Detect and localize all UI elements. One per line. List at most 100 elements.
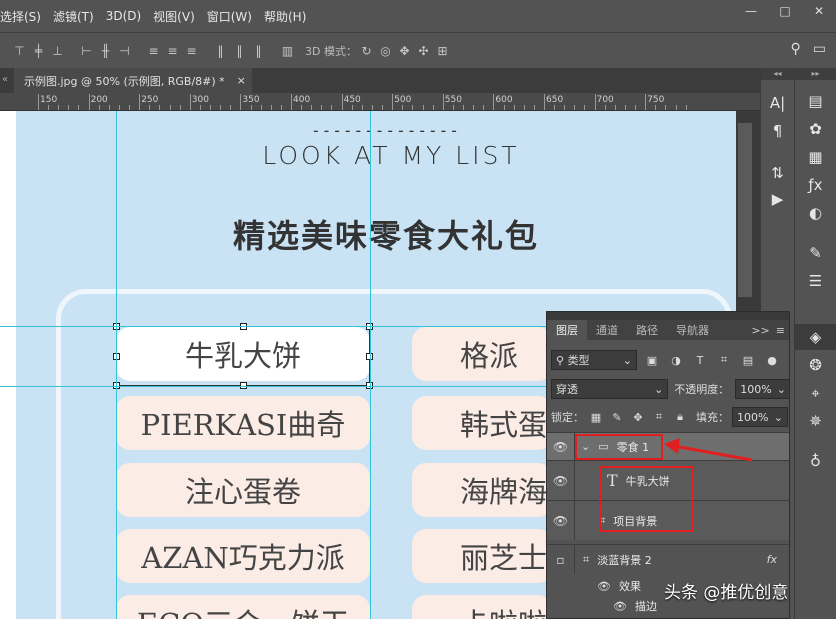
stroke-eye-icon[interactable]: 👁︎ — [613, 600, 627, 613]
menu-help[interactable]: 帮助(H) — [258, 8, 312, 25]
visibility-eye-icon[interactable]: 👁︎ — [547, 461, 575, 500]
properties-panel-icon[interactable]: ▤ — [795, 88, 836, 114]
3d-roll-icon[interactable]: ◎ — [376, 42, 395, 60]
search-icon[interactable]: ⚲ — [791, 41, 801, 57]
distribute-right-icon[interactable]: ‖ — [249, 42, 268, 60]
navigator-panel-icon[interactable]: ✵ — [795, 408, 836, 434]
adjustments-panel-icon[interactable]: ◐ — [795, 200, 836, 226]
menu-view[interactable]: 视图(V) — [147, 8, 201, 25]
distribute-hcenter-icon[interactable]: ‖ — [230, 42, 249, 60]
filter-smart-object-icon[interactable]: ▤ — [739, 351, 757, 369]
menu-3d[interactable]: 3D(D) — [100, 9, 147, 23]
ruler-tick — [88, 94, 90, 110]
ruler-tick — [422, 105, 424, 110]
color-panel-icon[interactable]: ✿ — [795, 116, 836, 142]
menu-window[interactable]: 窗口(W) — [201, 8, 258, 25]
blend-mode-select[interactable]: 穿透 ⌄ — [551, 379, 669, 399]
brush-settings-icon[interactable]: ☰ — [795, 268, 836, 294]
character-panel-icon[interactable]: A| — [761, 90, 794, 116]
left-item-2[interactable]: 注心蛋卷 — [116, 463, 370, 517]
filter-adjustment-icon[interactable]: ◑ — [667, 351, 685, 369]
fill-input[interactable]: 100% ⌄ — [732, 407, 788, 427]
ruler-tick — [58, 105, 60, 110]
3d-drag-icon[interactable]: ✥ — [395, 42, 414, 60]
panel-menu-icon[interactable]: ≡ — [776, 324, 785, 337]
layer-row-background[interactable]: ▫ ⌗ 淡蓝背景 2 fx — [547, 544, 789, 574]
3d-slide-icon[interactable]: ✣ — [414, 42, 433, 60]
tab-channels[interactable]: 通道 — [587, 320, 627, 340]
filter-pixel-icon[interactable]: ▣ — [643, 351, 661, 369]
distribute-vcenter-icon[interactable]: ≡ — [163, 42, 182, 60]
left-item-4[interactable]: ECO三合一饼干 — [116, 595, 370, 619]
right-item-1[interactable]: 韩式蛋 — [412, 396, 552, 450]
lock-image-icon[interactable]: ✎ — [608, 408, 626, 426]
filter-type-icon[interactable]: T — [691, 351, 709, 369]
tab-layers[interactable]: 图层 — [547, 320, 587, 340]
lock-artboard-icon[interactable]: ⌗ — [650, 408, 668, 426]
ruler-tick — [351, 105, 353, 110]
learn-panel-icon[interactable]: ♁ — [795, 448, 836, 474]
fx-badge[interactable]: fx — [767, 553, 777, 566]
opacity-input[interactable]: 100% ⌄ — [735, 379, 789, 399]
distribute-left-icon[interactable]: ‖ — [211, 42, 230, 60]
workspace-icon[interactable]: ▭ — [813, 41, 826, 57]
layers-panel-header[interactable] — [547, 312, 789, 320]
ruler-tick — [655, 105, 657, 110]
tab-paths[interactable]: 路径 — [627, 320, 667, 340]
3d-mode-label: 3D 模式： — [305, 44, 357, 58]
layers-panel-icon[interactable]: ◈ — [795, 324, 836, 350]
left-item-1[interactable]: PIERKASI曲奇 — [116, 396, 370, 450]
right-item-2[interactable]: 海牌海 — [412, 463, 552, 517]
auto-align-icon[interactable]: ▥ — [278, 42, 297, 60]
menu-select[interactable]: 选择(S) — [0, 8, 47, 25]
align-left-icon[interactable]: ⊢ — [77, 42, 96, 60]
align-vcenter-icon[interactable]: ╪ — [29, 42, 48, 60]
maximize-button[interactable]: □ — [768, 0, 802, 22]
collapse-strip-icon[interactable]: ◂◂ — [761, 68, 794, 80]
collapse-strip-2-icon[interactable]: ▸▸ — [795, 68, 836, 80]
ruler-label: 300 — [191, 95, 209, 105]
align-right-icon[interactable]: ⊣ — [115, 42, 134, 60]
3d-scale-icon[interactable]: ⊞ — [433, 42, 452, 60]
visibility-eye-icon[interactable]: 👁︎ — [547, 433, 575, 460]
align-bottom-icon[interactable]: ⊥ — [48, 42, 67, 60]
right-item-3[interactable]: 丽芝士 — [412, 529, 552, 583]
menu-filter[interactable]: 滤镜(T) — [47, 8, 100, 25]
brush-panel-icon[interactable]: ✎ — [795, 240, 836, 266]
tab-scroll-left-icon[interactable]: « — [2, 74, 8, 85]
filter-shape-icon[interactable]: ⌗ — [715, 351, 733, 369]
visibility-toggle-empty[interactable]: ▫ — [547, 545, 575, 574]
swatches-panel-icon[interactable]: ▦ — [795, 144, 836, 170]
lock-transparent-icon[interactable]: ▦ — [587, 408, 605, 426]
left-item-0[interactable]: 牛乳大饼 — [116, 327, 370, 381]
paragraph-panel-icon[interactable]: ¶ — [761, 118, 794, 144]
right-item-4[interactable]: 卡啦啦 — [412, 595, 552, 619]
scrollbar-thumb[interactable] — [738, 123, 752, 297]
align-hcenter-icon[interactable]: ╫ — [96, 42, 115, 60]
effects-eye-icon[interactable]: 👁︎ — [597, 580, 611, 593]
tab-navigator[interactable]: 导航器 — [667, 320, 718, 340]
paths-panel-icon[interactable]: ⌖ — [795, 380, 836, 406]
3d-rotate-icon[interactable]: ↻ — [357, 42, 376, 60]
filter-toggle-icon[interactable]: ● — [763, 351, 781, 369]
ruler-tick — [614, 105, 616, 110]
left-item-3[interactable]: AZAN巧克力派 — [116, 529, 370, 583]
actions-panel-icon[interactable]: ▶ — [761, 186, 794, 212]
ruler-tick — [78, 105, 80, 110]
align-top-icon[interactable]: ⊤ — [10, 42, 29, 60]
styles-panel-icon[interactable]: ƒx — [795, 172, 836, 198]
distribute-top-icon[interactable]: ≡ — [144, 42, 163, 60]
minimize-button[interactable]: — — [734, 0, 768, 22]
more-tabs-button[interactable]: >> — [751, 324, 769, 337]
lock-all-icon[interactable]: 🔒︎ — [671, 408, 689, 426]
channels-panel-icon[interactable]: ❂ — [795, 352, 836, 378]
visibility-eye-icon[interactable]: 👁︎ — [547, 501, 575, 540]
right-item-0[interactable]: 格派 — [412, 327, 552, 381]
close-button[interactable]: ✕ — [802, 0, 836, 22]
document-tab[interactable]: 示例图.jpg @ 50% (示例图, RGB/8#) * × — [14, 68, 252, 93]
history-panel-icon[interactable]: ⇅ — [761, 160, 794, 186]
close-tab-icon[interactable]: × — [237, 74, 246, 87]
distribute-bottom-icon[interactable]: ≡ — [182, 42, 201, 60]
filter-kind-select[interactable]: ⚲ 类型 ⌄ — [551, 350, 637, 370]
lock-position-icon[interactable]: ✥ — [629, 408, 647, 426]
